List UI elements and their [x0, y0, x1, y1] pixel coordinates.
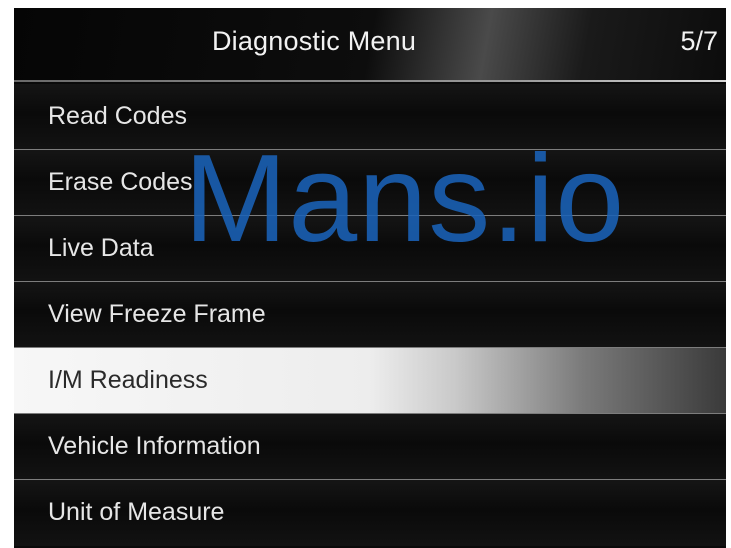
device-screen: Diagnostic Menu 5/7 Read Codes Erase Cod… — [14, 8, 726, 548]
menu-item-label: I/M Readiness — [48, 366, 208, 394]
menu-item-im-readiness[interactable]: I/M Readiness — [14, 348, 726, 414]
diagnostic-menu-list: Read Codes Erase Codes Live Data View Fr… — [14, 84, 726, 546]
menu-item-read-codes[interactable]: Read Codes — [14, 84, 726, 150]
menu-item-vehicle-information[interactable]: Vehicle Information — [14, 414, 726, 480]
menu-header: Diagnostic Menu 5/7 — [14, 8, 726, 80]
menu-item-label: Live Data — [48, 234, 154, 262]
menu-item-label: View Freeze Frame — [48, 300, 266, 328]
header-divider — [14, 80, 726, 82]
menu-item-unit-of-measure[interactable]: Unit of Measure — [14, 480, 726, 546]
menu-item-view-freeze-frame[interactable]: View Freeze Frame — [14, 282, 726, 348]
menu-item-live-data[interactable]: Live Data — [14, 216, 726, 282]
menu-item-label: Vehicle Information — [48, 432, 261, 460]
menu-item-erase-codes[interactable]: Erase Codes — [14, 150, 726, 216]
menu-item-label: Erase Codes — [48, 168, 193, 196]
page-title: Diagnostic Menu — [211, 26, 417, 56]
menu-item-label: Unit of Measure — [48, 498, 225, 526]
page-indicator: 5/7 — [680, 26, 718, 56]
menu-item-label: Read Codes — [48, 102, 187, 130]
